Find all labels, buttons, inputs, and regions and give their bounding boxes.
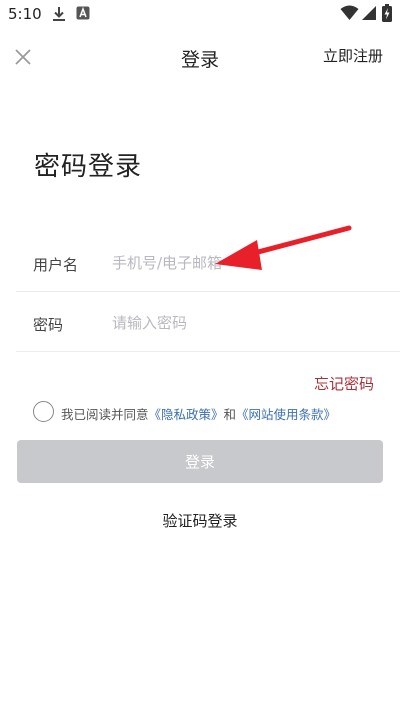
forgot-password-link[interactable]: 忘记密码: [314, 373, 374, 394]
agreement-prefix: 我已阅读并同意: [61, 407, 149, 422]
agree-checkbox[interactable]: [33, 401, 54, 422]
status-time: 5:10: [8, 5, 42, 23]
wifi-icon: [340, 5, 359, 20]
download-icon: [53, 7, 65, 21]
register-link[interactable]: 立即注册: [323, 45, 383, 66]
status-bar: 5:10: [0, 0, 400, 28]
signal-icon: [362, 6, 376, 20]
battery-charging-icon: [382, 4, 392, 22]
login-heading: 密码登录: [34, 152, 143, 182]
privacy-policy-link[interactable]: 《隐私政策》: [149, 407, 224, 422]
login-button[interactable]: 登录: [17, 440, 383, 483]
password-label: 密码: [33, 316, 64, 334]
terms-link[interactable]: 《网站使用条款》: [236, 407, 336, 422]
agreement-connector: 和: [223, 407, 237, 422]
password-row: 密码: [16, 294, 400, 352]
password-input[interactable]: [112, 308, 382, 338]
agreement-row: 我已阅读并同意《隐私政策》和《网站使用条款》: [33, 401, 383, 423]
username-label: 用户名: [33, 256, 79, 274]
red-arrow-annotation: [215, 225, 352, 270]
agreement-text: 我已阅读并同意《隐私政策》和《网站使用条款》: [61, 404, 336, 423]
nav-bar: 登录 立即注册: [0, 36, 400, 76]
a-badge-icon: [76, 6, 90, 20]
sms-code-login-link[interactable]: 验证码登录: [0, 510, 400, 531]
